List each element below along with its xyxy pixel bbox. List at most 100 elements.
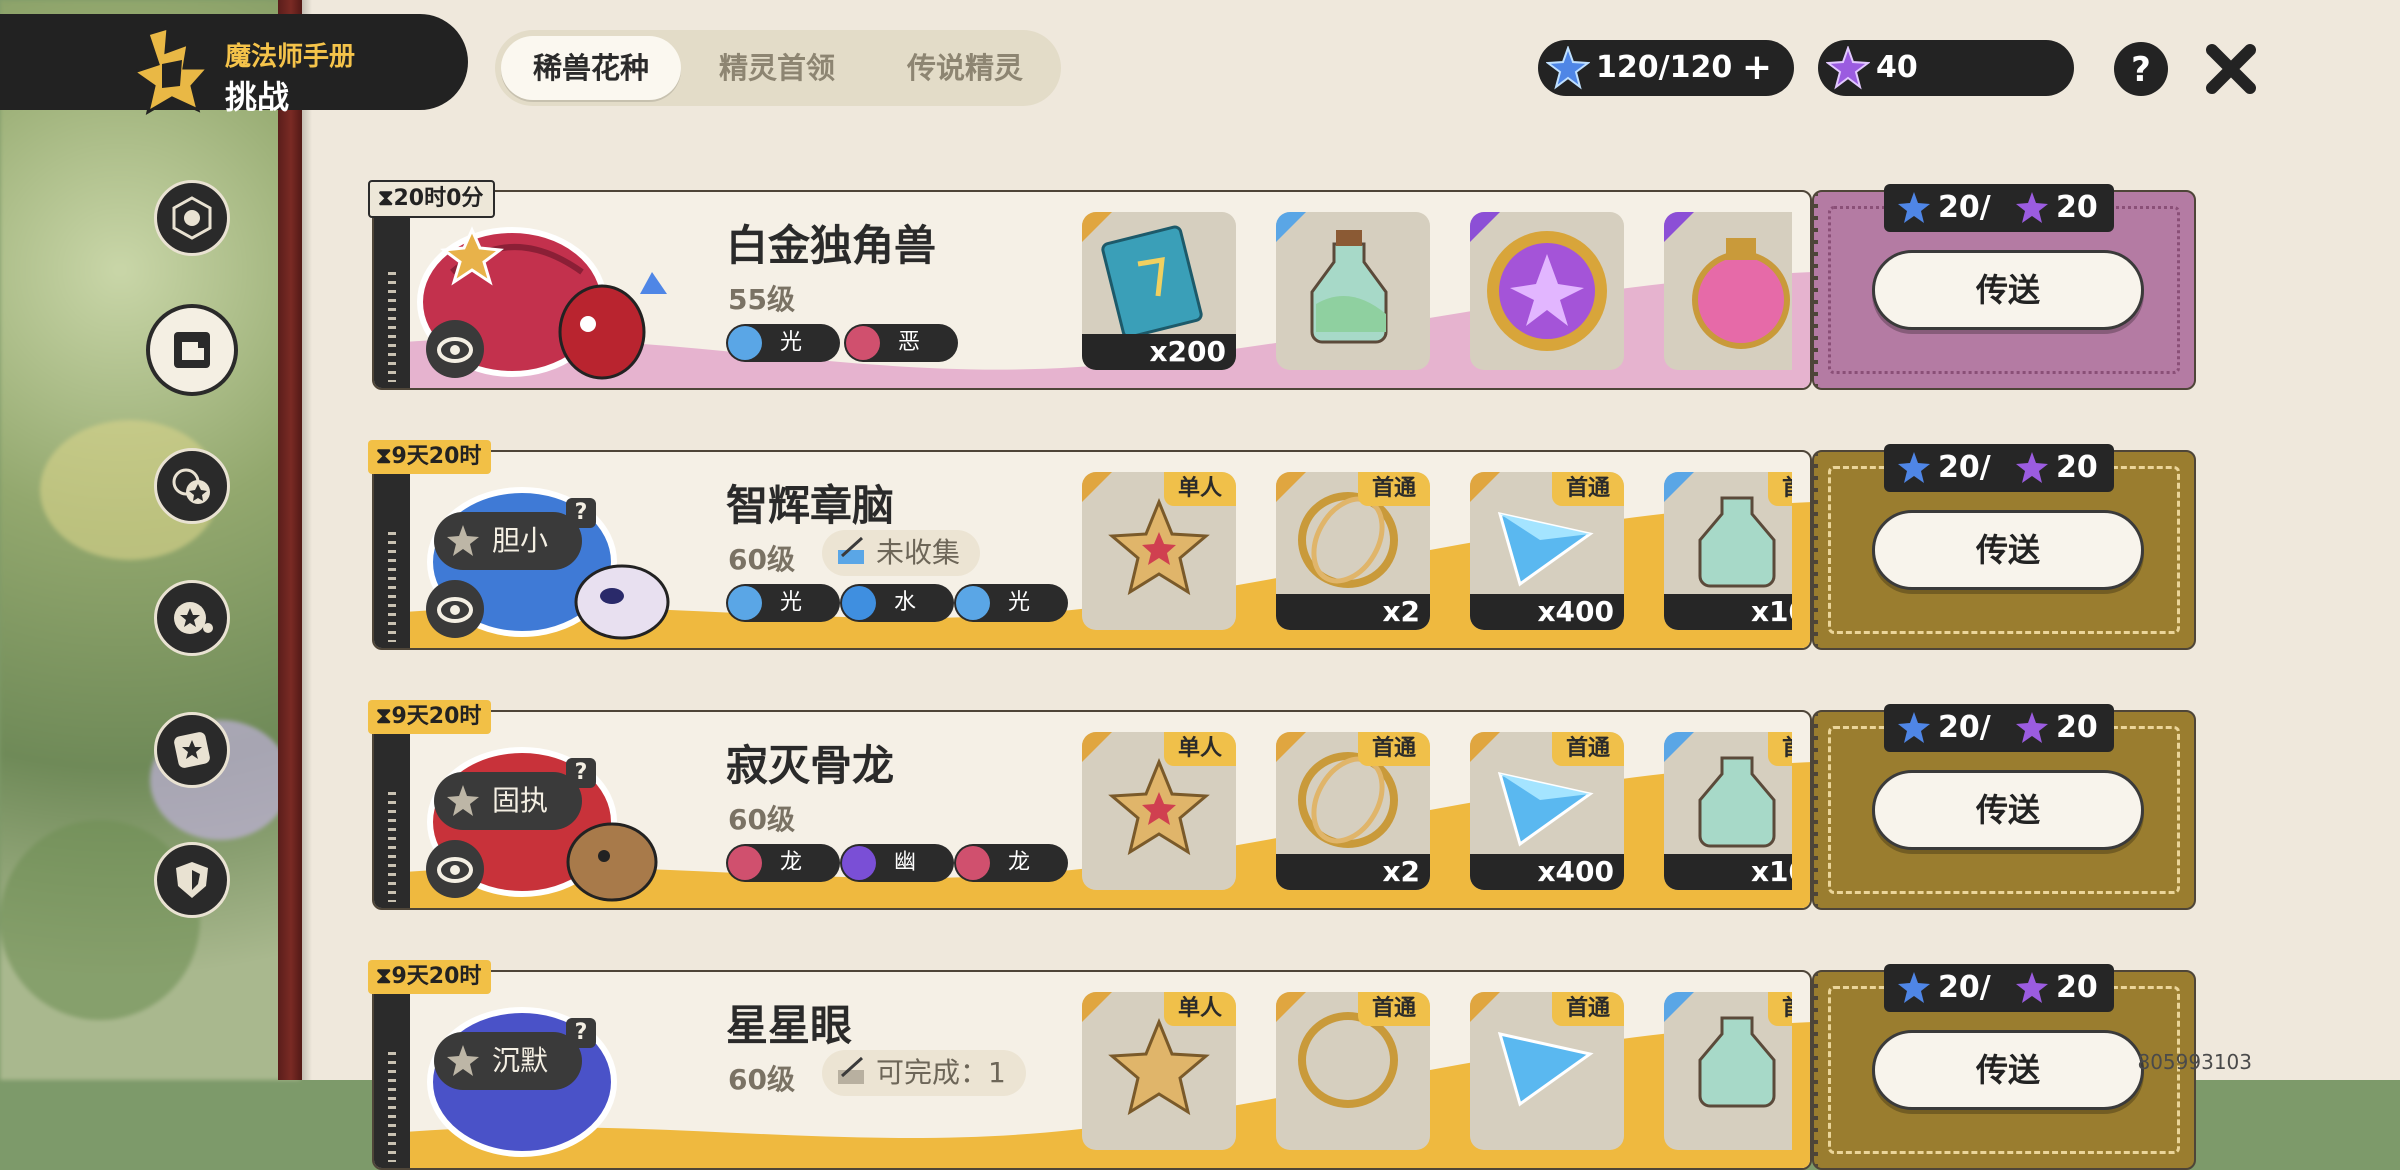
reward-item[interactable]: 首通: [1276, 992, 1430, 1150]
blue-star-icon: [1898, 192, 1930, 223]
purple-star-icon: [1826, 46, 1870, 90]
hourglass-icon: ⧗: [378, 186, 394, 211]
spellbook-icon: [1101, 225, 1203, 334]
reward-item[interactable]: [1470, 212, 1624, 370]
view-pet-button[interactable]: [426, 840, 484, 898]
quill-book-icon: [838, 1056, 864, 1084]
reward-list: 单人 首通 x2 首通 x400 x1: [1082, 732, 1792, 896]
blue-star-icon: [1898, 972, 1930, 1003]
panel-edge-band: [278, 0, 304, 1080]
teleport-button[interactable]: 传送: [1872, 770, 2144, 850]
purple-crystal-orb-icon: [1487, 231, 1607, 351]
brand-title: 魔法师手册: [225, 42, 356, 72]
help-button[interactable]: ?: [2112, 40, 2170, 98]
fist-flag-icon: [174, 332, 210, 368]
reward-item[interactable]: 首: [1664, 992, 1792, 1150]
reward-item[interactable]: [1664, 212, 1792, 370]
gear-badge-icon: [172, 196, 212, 240]
time-remaining-badge: ⧗9天20时: [368, 440, 492, 474]
potion-bottle-icon: [1310, 230, 1388, 344]
star-icon: [447, 525, 479, 556]
blue-star-icon: [1898, 452, 1930, 483]
boss-card: 固执 ? 寂灭骨龙 60级 龙 幽 龙 单人 首通 x2 首通 x400 x1 …: [368, 700, 2196, 910]
boss-card: 白金独角兽 55级 光 恶 x200 ⧗20时0分 20/ 20 传送: [368, 180, 2196, 390]
type-badge: 水: [840, 584, 954, 622]
temperament-badge[interactable]: 固执 ?: [434, 758, 596, 830]
sidebar-item-twin-star[interactable]: [154, 448, 230, 524]
quill-book-icon: [838, 536, 864, 564]
close-icon[interactable]: [2202, 40, 2260, 98]
reward-list: 单人 首通 首通 首: [1082, 992, 1792, 1156]
question-icon: ?: [566, 758, 596, 788]
view-pet-button[interactable]: [426, 320, 484, 378]
temperament-badge[interactable]: 胆小 ?: [434, 498, 596, 570]
temperament-badge[interactable]: 沉默 ?: [434, 1018, 596, 1090]
reward-item[interactable]: [1276, 212, 1430, 370]
reward-badge: 首: [1767, 732, 1792, 766]
sidebar-item-gear-badge[interactable]: [154, 180, 230, 256]
reward-list: x200: [1082, 212, 1792, 376]
type-badge: 光: [726, 584, 840, 622]
tab-legendary-spirit[interactable]: 传说精灵: [875, 36, 1055, 100]
purple-star-icon: [2016, 452, 2048, 483]
reward-badge: 首通: [1551, 992, 1624, 1026]
reward-item[interactable]: 首通 x2: [1276, 472, 1430, 630]
pet-level: 60级: [728, 543, 795, 576]
reward-item[interactable]: 首通 x400: [1470, 732, 1624, 890]
reward-badge: 首通: [1357, 732, 1430, 766]
time-remaining-badge: ⧗9天20时: [368, 960, 492, 994]
reward-item[interactable]: 首 x10: [1664, 472, 1792, 630]
type-badge: 恶: [844, 324, 958, 362]
reward-count: x400: [1470, 594, 1624, 630]
hourglass-icon: ⧗: [376, 964, 392, 989]
teleport-button[interactable]: 传送: [1872, 1030, 2144, 1110]
purple-star-icon: [2016, 972, 2048, 1003]
eye-icon: [437, 337, 473, 363]
reward-item[interactable]: 单人: [1082, 732, 1236, 890]
hourglass-icon: ⧗: [376, 444, 392, 469]
collection-status-tag: 可完成：1: [822, 1050, 1026, 1096]
blue-star-icon: [1898, 712, 1930, 743]
reward-list: 单人 首通 x2 首通 x400 x1: [1082, 472, 1792, 636]
type-badge: 龙: [726, 844, 840, 882]
reward-count: x200: [1082, 334, 1236, 370]
reward-item[interactable]: 单人: [1082, 472, 1236, 630]
energy-counter: 120/120 +: [1538, 40, 1794, 96]
ghost-type-icon: [842, 846, 876, 880]
brand-subtitle: 挑战: [225, 78, 290, 116]
svg-text:?: ?: [2131, 50, 2151, 90]
star-card-icon: [174, 732, 210, 768]
energy-value: 120/120: [1596, 50, 1733, 85]
reward-item[interactable]: 单人: [1082, 992, 1236, 1150]
reward-badge: 首通: [1551, 732, 1624, 766]
reward-item[interactable]: 首通: [1470, 992, 1624, 1150]
pet-level: 55级: [728, 283, 795, 316]
cost-badge: 20/ 20: [1884, 964, 2114, 1012]
pet-name: 寂灭骨龙: [726, 741, 895, 790]
question-icon: ?: [566, 498, 596, 528]
view-pet-button[interactable]: [426, 580, 484, 638]
sidebar-item-star-card[interactable]: [154, 712, 230, 788]
add-energy-button[interactable]: +: [1742, 40, 1772, 96]
sidebar-item-shield[interactable]: [154, 842, 230, 918]
reward-item[interactable]: 首通 x2: [1276, 732, 1430, 890]
teleport-button[interactable]: 传送: [1872, 510, 2144, 590]
pet-level: 60级: [728, 1063, 795, 1096]
light-type-icon: [728, 586, 762, 620]
tab-spirit-boss[interactable]: 精灵首领: [687, 36, 867, 100]
reward-badge: 单人: [1163, 992, 1236, 1026]
type-badge: 光: [726, 324, 840, 362]
blue-star-icon: [1546, 46, 1590, 90]
reward-item[interactable]: x200: [1082, 212, 1236, 370]
sidebar-item-star-orb[interactable]: [154, 580, 230, 656]
purple-star-icon: [2016, 192, 2048, 223]
reward-item[interactable]: 首通 x400: [1470, 472, 1624, 630]
reward-badge: 首通: [1357, 992, 1430, 1026]
gem-value: 40: [1876, 50, 1918, 85]
sidebar-item-challenge[interactable]: [146, 304, 238, 396]
tab-rare-beast[interactable]: 稀兽花种: [501, 36, 681, 100]
reward-item[interactable]: 首 x10: [1664, 732, 1792, 890]
card-ticket: 沉默 ? 星星眼 60级 可完成：1 单人 首通 首通: [372, 970, 1812, 1170]
teleport-button[interactable]: 传送: [1872, 250, 2144, 330]
water-type-icon: [842, 586, 876, 620]
